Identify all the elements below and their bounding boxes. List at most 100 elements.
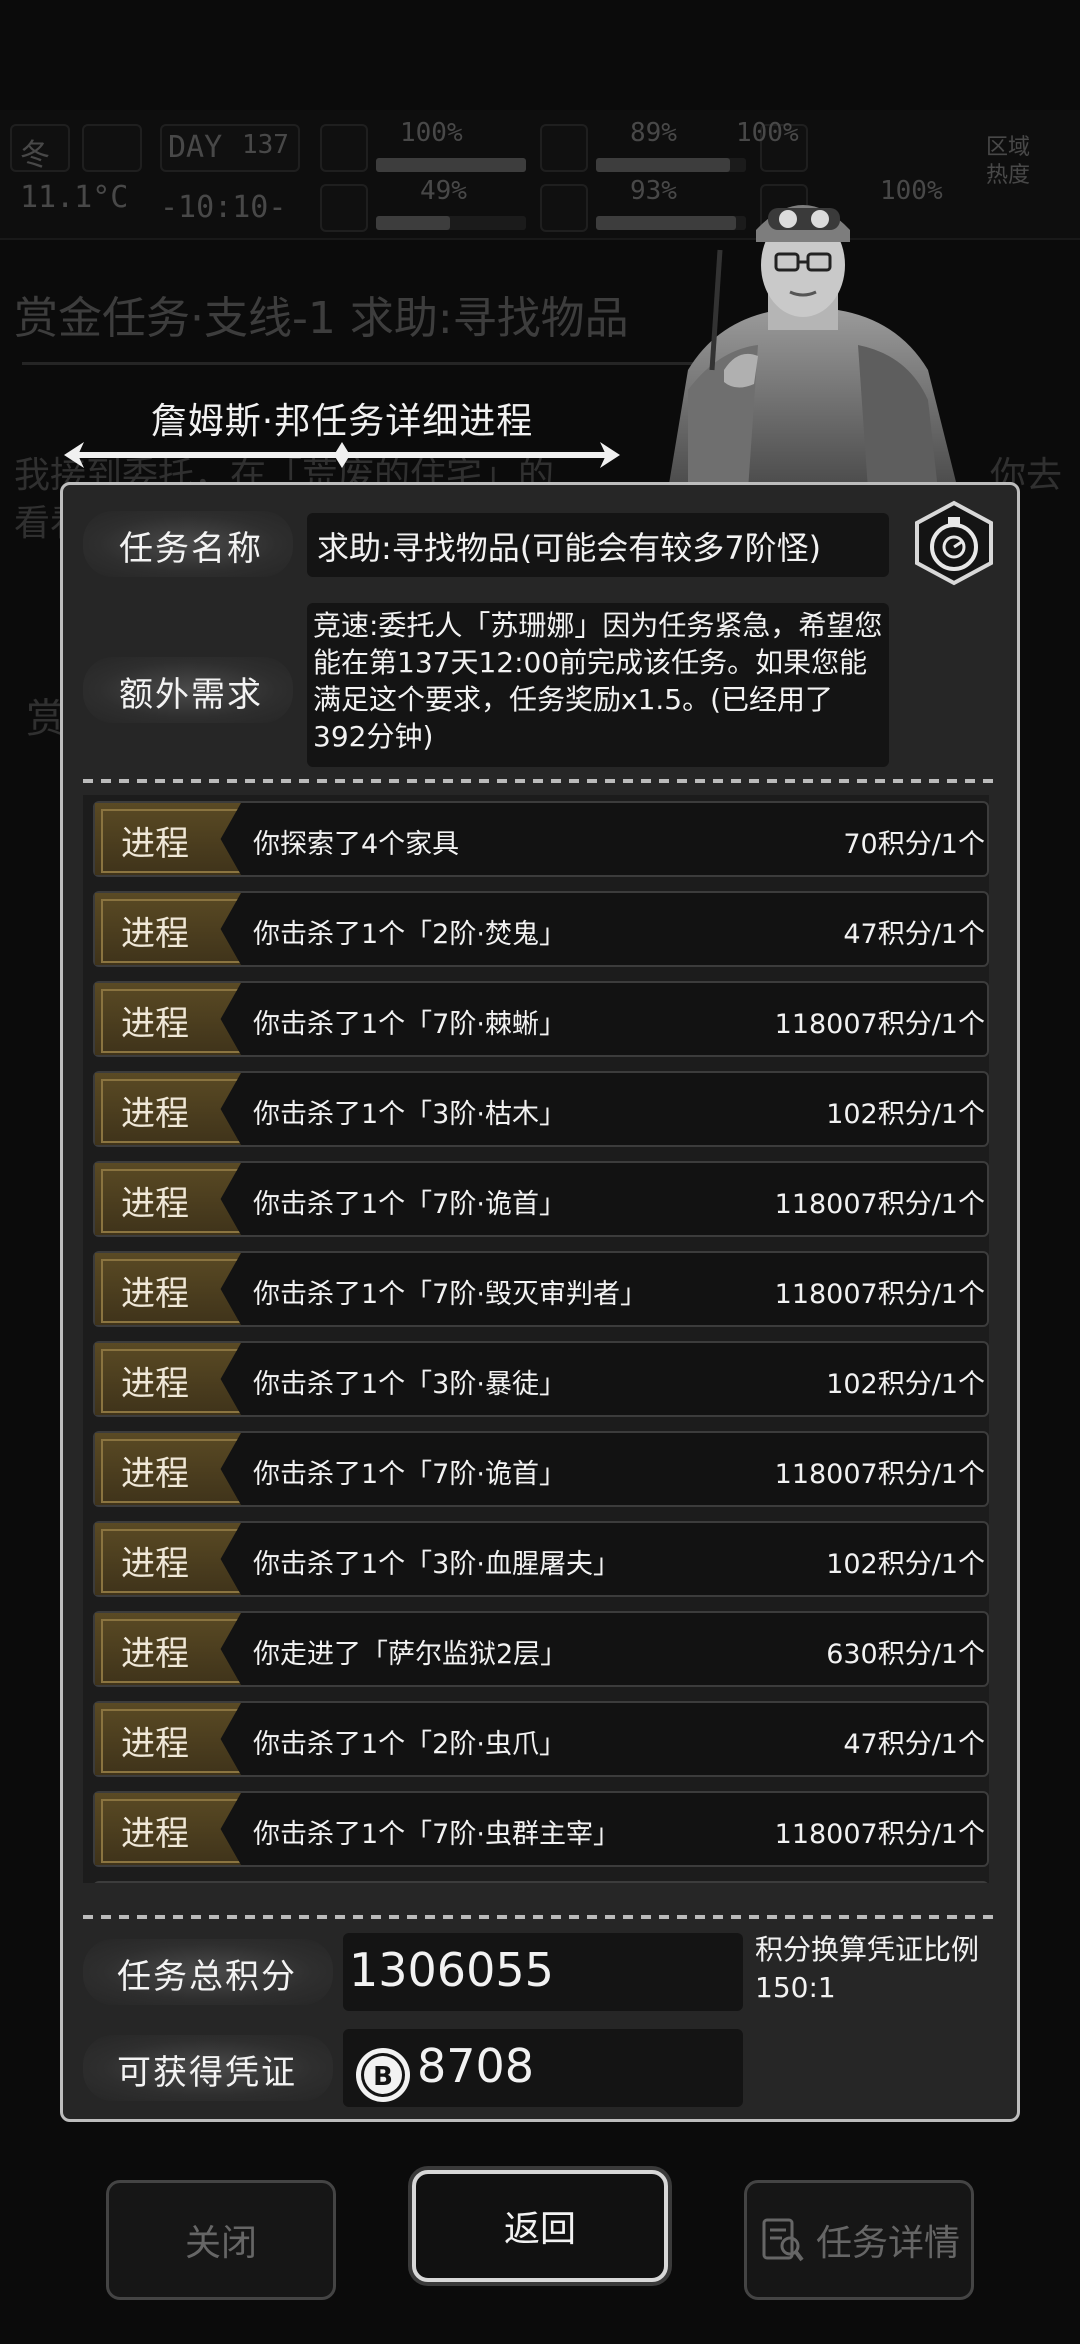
document-search-icon [762,2218,804,2262]
background-quest-title: 赏金任务·支线-1 求助:寻找物品 [14,293,629,344]
progress-tag-label: 进程 [121,1724,189,1764]
task-name-label: 任务名称 [119,529,263,569]
progress-description: 你击杀了1个「3阶·血腥屠夫」 [253,1549,620,1580]
progress-description: 你走进了「萨尔监狱2层」 [253,1639,568,1670]
progress-tag-label: 进程 [121,1004,189,1044]
task-details-label: 任务详情 [815,2223,960,2264]
progress-description: 你击杀了1个「7阶·棘蜥」 [253,1009,566,1040]
health-value: 100% [400,118,463,148]
day-counter: DAY 137 [160,124,300,172]
progress-row: 进程 你击杀了1个「7阶·诡首」 118007积分/1个 [93,1431,989,1507]
progress-tag: 进程 [95,1343,241,1415]
progress-tag-label: 进程 [121,1814,189,1854]
progress-score: 70积分/1个 [843,829,985,860]
progress-row: 进程 你击杀了1个「7阶·棘蜥」 118007积分/1个 [93,981,989,1057]
progress-row: 进程 你击杀了1个「7阶·虫群主宰」 118007积分/1个 [93,1791,989,1867]
voucher-label: 可获得凭证 [117,2053,297,2093]
water-drop-icon [540,184,588,232]
season-indicator: 冬 [10,124,70,173]
progress-tag: 进程 [95,1523,241,1595]
progress-description: 你击杀了1个「2阶·虫爪」 [253,1729,566,1760]
task-name-value: 求助:寻找物品(可能会有较多7阶怪) [307,513,889,577]
total-score-label: 任务总积分 [117,1957,297,1997]
progress-tag: 进程 [95,983,241,1055]
dashed-divider [83,1915,997,1919]
progress-score: 102积分/1个 [826,1099,985,1130]
progress-tag-label: 进程 [121,1364,189,1404]
medkit-icon [320,124,368,172]
panel-title: 詹姆斯·邦任务详细进程 [150,401,534,442]
task-progress-dialog: 任务名称 求助:寻找物品(可能会有较多7阶怪) 额外需求 竞速:委托人「苏珊娜」… [60,482,1020,2122]
progress-description: 你击杀了1个「7阶·毁灭审判者」 [253,1279,647,1310]
progress-score: 47积分/1个 [843,1729,985,1760]
progress-list[interactable]: 进程 你探索了4个家具 70积分/1个 进程 你击杀了1个「2阶·焚鬼」 47积分/1个进… [83,795,989,1883]
sanity-bar [376,216,526,230]
progress-score: 118007积分/1个 [774,1459,985,1490]
progress-tag: 进程 [95,1613,241,1685]
day-label: DAY [168,130,223,165]
hunger-value: 89% [630,118,677,148]
progress-row: 进程 你击杀了1个「7阶·毁灭审判者」 118007积分/1个 [93,1251,989,1327]
clock-readout: -10:10- [160,190,287,225]
header-left-ornament [64,442,84,468]
progress-tag-label: 进程 [121,824,189,864]
dashed-divider [83,779,997,783]
progress-tag-label: 进程 [121,1454,189,1494]
progress-description: 你击杀了1个「2阶·焚鬼」 [253,919,566,950]
progress-description: 你击杀了1个「3阶·暴徒」 [253,1369,566,1400]
progress-row: 进程 你击杀了1个「3阶·枯木」 102积分/1个 [93,1071,989,1147]
sanity-value: 49% [420,176,467,206]
panel-header: 詹姆斯·邦任务详细进程 [62,378,622,468]
header-center-ornament [334,442,350,468]
extra-requirement-label: 额外需求 [119,675,263,715]
season-label: 冬 [20,138,50,173]
conversion-ratio-value: 150:1 [755,1971,836,2004]
return-button-label: 返回 [503,2209,576,2250]
progress-row-partial [93,1881,989,1883]
progress-tag: 进程 [95,803,241,875]
progress-tag-label: 进程 [121,914,189,954]
progress-row: 进程 你击杀了1个「7阶·诡首」 118007积分/1个 [93,1161,989,1237]
progress-score: 118007积分/1个 [774,1819,985,1850]
progress-tag-label: 进程 [121,1544,189,1584]
conversion-ratio-label: 积分换算凭证比例 [755,1933,980,1966]
bitcoin-coin-icon: B [356,2048,410,2102]
progress-tag: 进程 [95,893,241,965]
close-button-label: 关闭 [184,2223,257,2264]
progress-tag: 进程 [95,1793,241,1865]
background-divider [22,362,702,365]
progress-score: 630积分/1个 [826,1639,985,1670]
day-value: 137 [242,130,289,160]
progress-row: 进程 你击杀了1个「3阶·血腥屠夫」 102积分/1个 [93,1521,989,1597]
sun-icon [82,124,142,172]
progress-score: 47积分/1个 [843,919,985,950]
progress-tag: 进程 [95,1163,241,1235]
progress-row: 进程 你走进了「萨尔监狱2层」 630积分/1个 [93,1611,989,1687]
progress-description: 你探索了4个家具 [253,829,460,860]
progress-tag: 进程 [95,1703,241,1775]
svg-text:B: B [373,2062,393,2092]
progress-score: 102积分/1个 [826,1369,985,1400]
progress-row: 进程 你探索了4个家具 70积分/1个 [93,801,989,877]
progress-score: 118007积分/1个 [774,1009,985,1040]
progress-score: 102积分/1个 [826,1549,985,1580]
progress-description: 你击杀了1个「7阶·诡首」 [253,1459,566,1490]
progress-tag-label: 进程 [121,1094,189,1134]
progress-description: 你击杀了1个「7阶·诡首」 [253,1189,566,1220]
temperature-readout: 11.1°C [20,180,129,215]
progress-row: 进程 你击杀了1个「3阶·暴徒」 102积分/1个 [93,1341,989,1417]
progress-score: 118007积分/1个 [774,1189,985,1220]
return-button[interactable]: 返回 [412,2170,668,2282]
header-right-ornament [600,442,620,468]
extra-requirement-value: 竞速:委托人「苏珊娜」因为任务紧急，希望您能在第137天12:00前完成该任务。… [307,603,889,767]
progress-tag: 进程 [95,1073,241,1145]
zone-heat-label: 区域热度 [986,135,1031,188]
progress-row: 进程 你击杀了1个「2阶·虫爪」 47积分/1个 [93,1701,989,1777]
progress-tag-label: 进程 [121,1274,189,1314]
brain-icon [320,184,368,232]
progress-tag: 进程 [95,1253,241,1325]
close-button[interactable]: 关闭 [106,2180,336,2300]
stopwatch-icon[interactable] [911,499,997,587]
task-details-button[interactable]: 任务详情 [744,2180,974,2300]
progress-score: 118007积分/1个 [774,1279,985,1310]
